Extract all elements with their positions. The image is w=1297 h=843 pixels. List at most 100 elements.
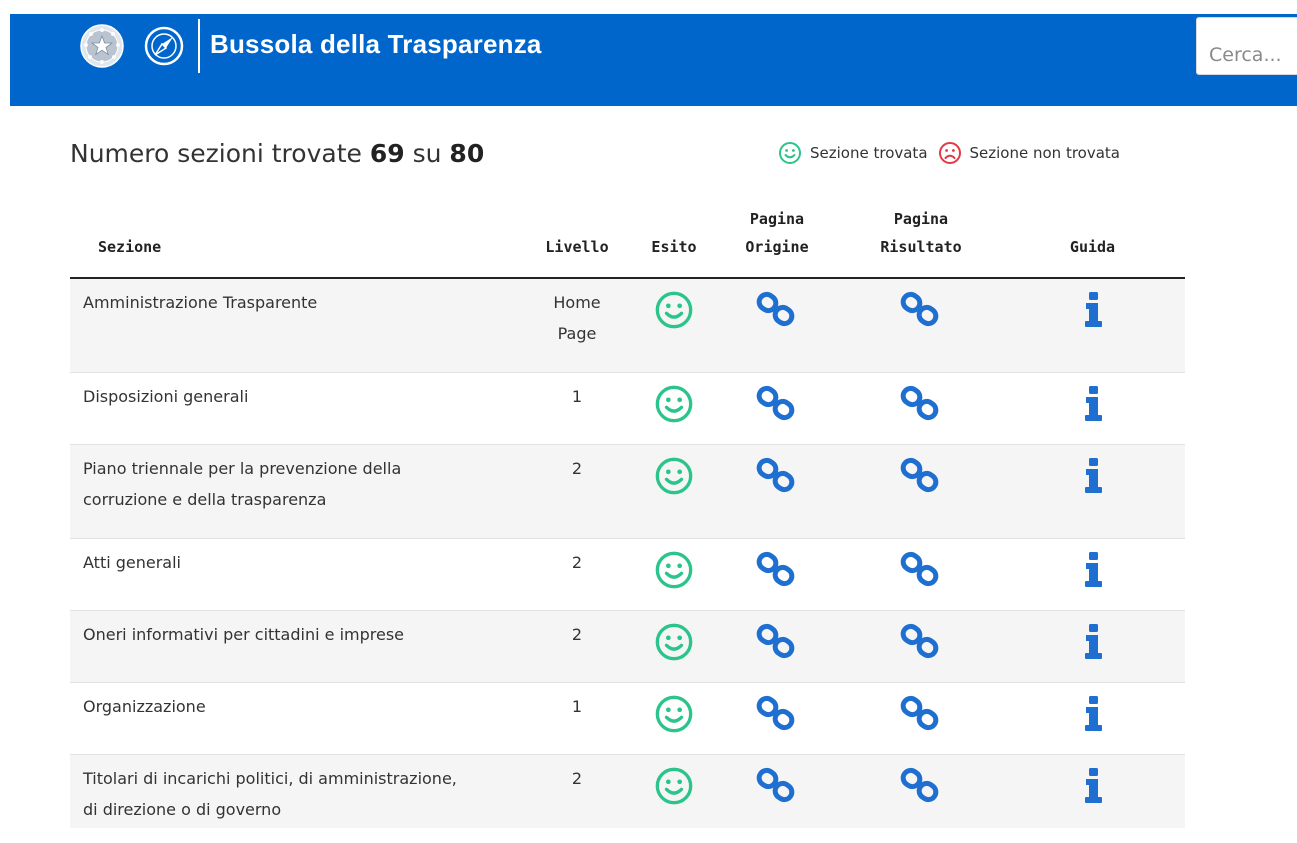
- guida-cell: [1000, 371, 1185, 444]
- sezione-cell: Piano triennale per la prevenzione della…: [70, 443, 518, 538]
- col-header-sezione: Sezione: [70, 205, 518, 279]
- pagina-risultato-cell: [842, 371, 1000, 444]
- sezione-label-line1[interactable]: Disposizioni generali: [83, 387, 248, 406]
- link-icon[interactable]: [753, 622, 801, 662]
- site-title[interactable]: Bussola della Trasparenza: [210, 29, 542, 60]
- sezione-label-line1[interactable]: Titolari di incarichi politici, di ammin…: [83, 769, 457, 788]
- livello-line1: 2: [571, 552, 583, 572]
- pagina-origine-cell: [712, 277, 842, 372]
- smiley-happy-icon: [779, 142, 801, 164]
- pagina-risultato-cell: [842, 753, 1000, 828]
- header-divider: [198, 19, 200, 73]
- sections-table: Sezione Livello Esito Pagina Origine Pag…: [70, 205, 1185, 828]
- smiley-happy-icon: [655, 551, 693, 588]
- summary-middle: su: [412, 139, 442, 168]
- pagina-risultato-cell: [842, 681, 1000, 754]
- republic-emblem-icon: [80, 24, 124, 68]
- livello-cell: 2: [518, 609, 636, 682]
- link-icon[interactable]: [897, 550, 945, 590]
- link-icon[interactable]: [753, 766, 801, 806]
- sezione-cell: Amministrazione Trasparente: [70, 277, 518, 372]
- col-header-origine-line2: Origine: [745, 238, 809, 256]
- compass-icon: [144, 26, 184, 66]
- pagina-risultato-cell: [842, 537, 1000, 610]
- table-row: Disposizioni generali 1: [70, 371, 1185, 444]
- link-icon[interactable]: [753, 384, 801, 424]
- link-icon[interactable]: [897, 456, 945, 496]
- col-header-guida: Guida: [1000, 205, 1185, 279]
- sezione-cell: Atti generali: [70, 537, 518, 610]
- guida-cell: [1000, 537, 1185, 610]
- table-row: Oneri informativi per cittadini e impres…: [70, 609, 1185, 682]
- sezione-label-line1[interactable]: Amministrazione Trasparente: [83, 293, 317, 312]
- livello-cell: Home Page: [518, 277, 636, 372]
- link-icon[interactable]: [753, 550, 801, 590]
- found-count: 69: [369, 139, 405, 168]
- link-icon[interactable]: [753, 694, 801, 734]
- esito-cell: [636, 277, 712, 372]
- link-icon[interactable]: [897, 766, 945, 806]
- smiley-happy-icon: [655, 291, 693, 329]
- livello-cell: 1: [518, 681, 636, 754]
- link-icon[interactable]: [897, 384, 945, 424]
- table-row: Atti generali 2: [70, 537, 1185, 610]
- sezione-label-line2[interactable]: corruzione e della trasparenza: [83, 490, 326, 509]
- livello-cell: 1: [518, 371, 636, 444]
- pagina-origine-cell: [712, 753, 842, 828]
- info-icon[interactable]: [1082, 550, 1104, 590]
- link-icon[interactable]: [897, 694, 945, 734]
- livello-line1: 2: [571, 624, 583, 644]
- info-icon[interactable]: [1082, 622, 1104, 662]
- site-header: [10, 14, 1297, 106]
- sezione-label-line1[interactable]: Atti generali: [83, 553, 181, 572]
- pagina-origine-cell: [712, 537, 842, 610]
- info-icon[interactable]: [1082, 766, 1104, 806]
- link-icon[interactable]: [753, 290, 801, 330]
- table-header-row: Sezione Livello Esito Pagina Origine Pag…: [70, 205, 1185, 279]
- esito-cell: [636, 537, 712, 610]
- guida-cell: [1000, 753, 1185, 828]
- sezione-label-line1[interactable]: Organizzazione: [83, 697, 206, 716]
- link-icon[interactable]: [897, 622, 945, 662]
- smiley-happy-icon: [655, 623, 693, 660]
- legend-found-label: Sezione trovata: [810, 144, 928, 162]
- link-icon[interactable]: [897, 290, 945, 330]
- esito-cell: [636, 753, 712, 828]
- guida-cell: [1000, 681, 1185, 754]
- col-header-origine-line1: Pagina: [749, 210, 805, 228]
- sezione-cell: Oneri informativi per cittadini e impres…: [70, 609, 518, 682]
- pagina-risultato-cell: [842, 609, 1000, 682]
- table-row: Organizzazione 1: [70, 681, 1185, 754]
- pagina-origine-cell: [712, 609, 842, 682]
- livello-line1: Home: [553, 293, 601, 312]
- sezione-label-line1[interactable]: Oneri informativi per cittadini e impres…: [83, 625, 404, 644]
- table-row: Piano triennale per la prevenzione della…: [70, 443, 1185, 538]
- col-header-esito: Esito: [636, 205, 712, 279]
- info-icon[interactable]: [1082, 694, 1104, 734]
- total-count: 80: [449, 139, 485, 168]
- pagina-origine-cell: [712, 371, 842, 444]
- esito-cell: [636, 443, 712, 538]
- info-icon[interactable]: [1082, 290, 1104, 330]
- livello-line1: 1: [571, 696, 583, 716]
- legend: Sezione trovata Sezione non trovata: [778, 138, 1120, 168]
- table-row: Amministrazione Trasparente Home Page: [70, 277, 1185, 372]
- sezione-label-line2[interactable]: di direzione o di governo: [83, 800, 281, 819]
- col-header-risultato-line1: Pagina: [893, 210, 949, 228]
- smiley-happy-icon: [655, 695, 693, 732]
- livello-line2: Page: [557, 324, 597, 343]
- livello-line1: 2: [571, 458, 583, 478]
- col-header-pagina-risultato: Pagina Risultato: [842, 205, 1000, 279]
- livello-line1: 1: [571, 386, 583, 406]
- sezione-label-line1[interactable]: Piano triennale per la prevenzione della: [83, 459, 401, 478]
- info-icon[interactable]: [1082, 456, 1104, 496]
- pagina-origine-cell: [712, 681, 842, 754]
- info-icon[interactable]: [1082, 384, 1104, 424]
- smiley-happy-icon: [655, 767, 693, 804]
- link-icon[interactable]: [753, 456, 801, 496]
- search-input[interactable]: [1196, 17, 1297, 75]
- col-header-pagina-origine: Pagina Origine: [712, 205, 842, 279]
- guida-cell: [1000, 443, 1185, 538]
- guida-cell: [1000, 609, 1185, 682]
- livello-cell: 2: [518, 443, 636, 538]
